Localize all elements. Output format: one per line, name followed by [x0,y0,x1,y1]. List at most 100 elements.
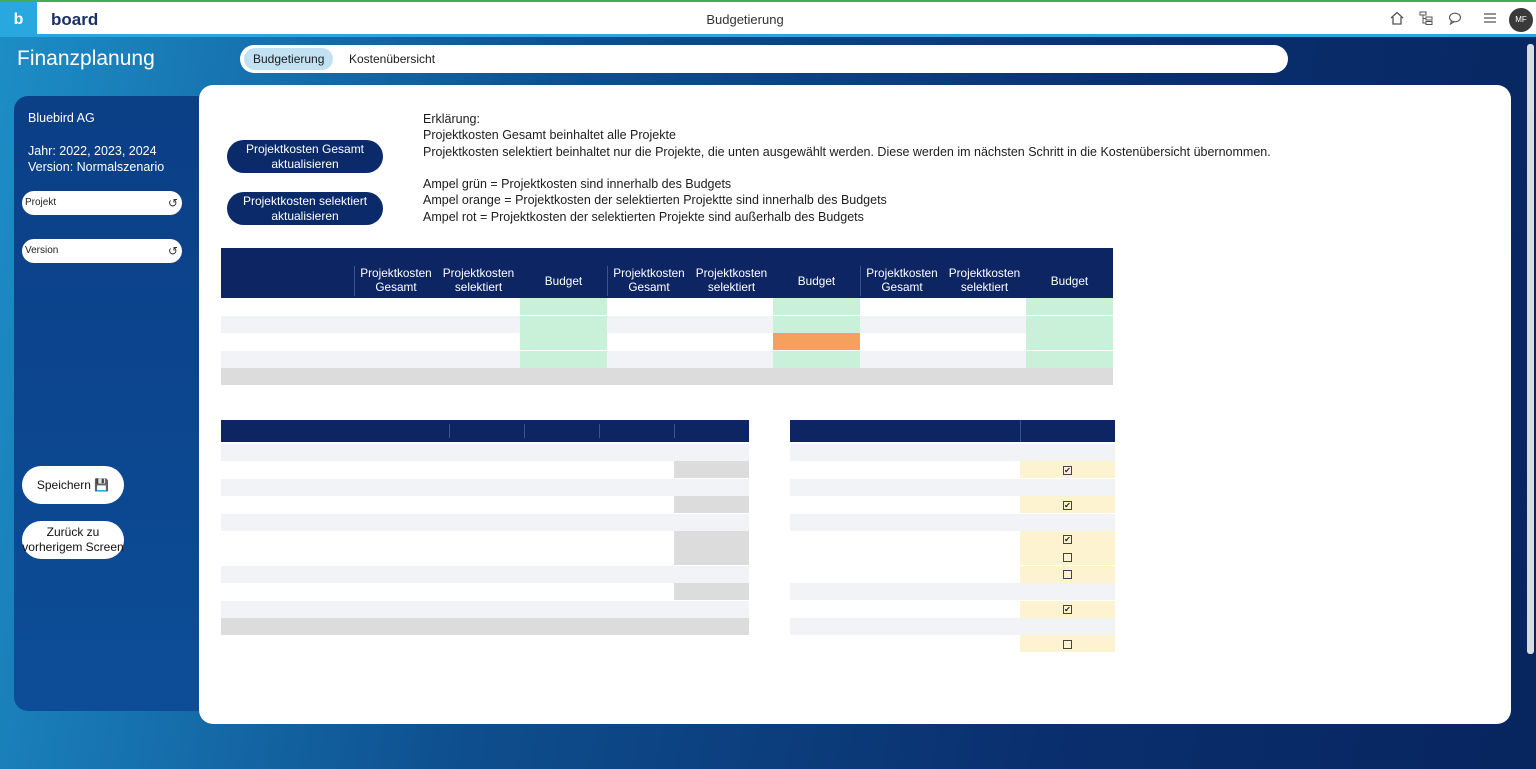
unchecked-checkbox-icon[interactable] [1063,570,1072,580]
checkbox-cell [1020,478,1115,496]
table-cell [674,548,749,566]
explanation-line: Ampel grün = Projektkosten sind innerhal… [423,177,732,192]
select-checkbox[interactable] [1020,548,1115,565]
select-checkbox[interactable]: ✔ [1020,461,1115,478]
save-button[interactable]: Speichern 💾 [22,466,124,504]
table-cell [674,461,749,479]
table-cell [599,601,674,618]
row-label [224,316,353,333]
update-selected-costs-button[interactable]: Projektkosten selektiert aktualisieren [227,192,383,225]
checkbox-cell [1020,513,1115,531]
checked-checkbox-icon[interactable]: ✔ [1063,604,1072,614]
unchecked-checkbox-icon[interactable] [1063,552,1072,562]
select-checkbox[interactable] [1020,566,1115,583]
column-header [449,424,524,438]
table-cell [520,350,607,368]
row-label [805,548,1020,565]
table-cell [607,333,690,350]
explanation-text: Erklärung: Projektkosten Gesamt beinhalt… [423,111,1271,225]
table-cell [690,316,773,333]
column-header-line: selektiert [454,280,503,294]
table-cell [354,333,437,350]
project-select[interactable]: Projekt ↺ [22,191,182,215]
column-header-line: Gesamt [881,280,923,294]
row-label [236,548,449,565]
column-header-line: Projektkosten [360,266,432,280]
checked-checkbox-icon[interactable]: ✔ [1063,465,1072,475]
table-cell [524,479,599,496]
table-cell [354,298,437,315]
top-bar: b board Budgetierung MF [0,0,1536,37]
row-label [800,514,1020,531]
table-cell [599,461,674,478]
org-chart-icon[interactable] [1417,11,1435,29]
row-label [805,601,1020,618]
table-cell [449,548,524,565]
version-info: Version: Normalszenario [28,160,165,174]
row-label [805,461,1020,478]
table-cell [773,368,860,385]
table-cell [437,333,520,350]
year-info: Jahr: 2022, 2023, 2024 [28,144,157,158]
project-select-label: Projekt [25,197,57,208]
unchecked-checkbox-icon[interactable] [1063,639,1072,649]
update-total-costs-button[interactable]: Projektkosten Gesamt aktualisieren [227,140,383,173]
select-checkbox[interactable] [1020,635,1115,652]
update-selected-costs-line2: aktualisieren [271,209,339,223]
home-icon[interactable] [1388,11,1406,29]
table-cell [674,601,749,618]
user-avatar[interactable]: MF [1509,8,1533,32]
row-label [224,298,353,315]
version-select-label: Version [25,245,59,256]
table-cell [599,531,674,548]
reset-icon[interactable]: ↺ [168,239,178,263]
select-checkbox[interactable]: ✔ [1020,496,1115,513]
table-cell [599,618,674,635]
year-header [607,250,860,264]
column-header-line: Projektkosten [613,266,685,280]
checked-checkbox-icon[interactable]: ✔ [1063,500,1072,510]
table-cell [449,461,524,478]
row-label [805,531,1020,548]
back-button[interactable]: Zurück zu vorherigem Screen [22,521,124,559]
row-label [236,531,449,548]
column-header [599,424,674,438]
table-cell [773,350,860,368]
table-cell [520,315,607,333]
table-cell [354,351,437,368]
column-header: Projektkosten selektiert [690,266,773,296]
version-select[interactable]: Version ↺ [22,239,182,263]
table-cell [674,618,749,635]
table-cell [607,351,690,368]
app-title: Budgetierung [706,12,784,27]
row-label [805,496,1020,513]
chat-icon[interactable] [1446,11,1464,29]
select-checkbox[interactable]: ✔ [1020,531,1115,548]
column-divider [1020,420,1021,442]
table-cell [449,479,524,496]
table-cell [599,548,674,565]
column-header: Projektkosten selektiert [437,266,520,296]
explanation-line: Ampel rot = Projektkosten der selektiert… [423,209,864,224]
table-cell [674,444,749,461]
row-label [231,566,449,583]
table-cell [599,583,674,600]
table-cell [860,351,943,368]
menu-icon[interactable] [1481,11,1499,29]
checked-checkbox-icon[interactable]: ✔ [1063,535,1072,545]
update-total-costs-line1: Projektkosten Gesamt [245,142,365,156]
tab-budgetierung[interactable]: Budgetierung [244,48,334,70]
table-cell [1026,350,1113,368]
checkbox-cell [1020,583,1115,601]
reset-icon[interactable]: ↺ [168,191,178,215]
table-cell [860,368,943,385]
column-header [790,424,1020,438]
select-checkbox[interactable]: ✔ [1020,601,1115,618]
scrollbar[interactable] [1527,44,1534,654]
sidebar: Bluebird AG Jahr: 2022, 2023, 2024 Versi… [14,96,214,711]
checkbox-cell [1020,618,1115,635]
row-label [800,444,1020,461]
table-cell [437,316,520,333]
tab-kostenuebersicht[interactable]: Kostenübersicht [340,48,444,70]
row-label [231,479,449,496]
